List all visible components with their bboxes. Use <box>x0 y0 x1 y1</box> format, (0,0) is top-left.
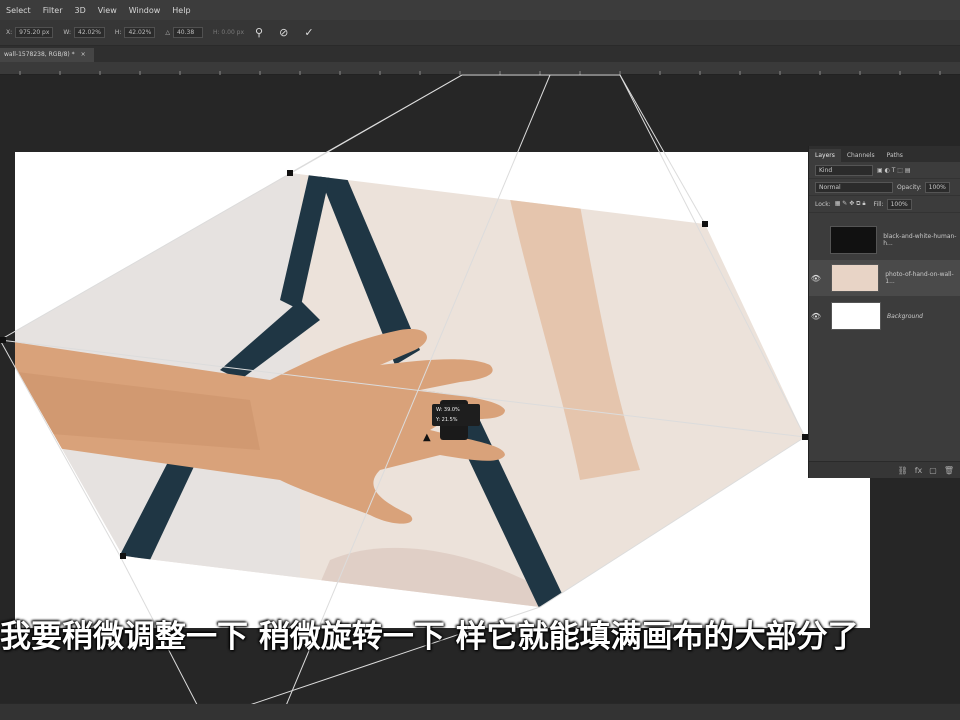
tab-layers[interactable]: Layers <box>809 149 841 162</box>
readout-line-2: Y: 21.5% <box>436 417 458 423</box>
document-canvas[interactable] <box>15 152 870 628</box>
cancel-icon[interactable]: ⊘ <box>279 26 288 39</box>
layer-filter-row: Kind ▣ ◐ T ⬚ ▤ <box>809 162 960 179</box>
layer-row[interactable]: 👁︎ Background <box>809 298 960 334</box>
angle-field[interactable]: 40.38 <box>172 27 203 38</box>
mouse-cursor-icon: ▲ <box>423 432 431 443</box>
layer-name: photo-of-hand-on-wall-1... <box>885 271 954 285</box>
puppet-warp-icon[interactable]: ⚲ <box>255 26 263 39</box>
tab-channels[interactable]: Channels <box>841 149 881 162</box>
layer-row-selected[interactable]: 👁︎ photo-of-hand-on-wall-1... <box>809 260 960 296</box>
new-layer-icon[interactable]: ▢ <box>929 466 937 475</box>
document-tab-bar: wall-1578238, RGB/8) * × <box>0 46 960 62</box>
x-position-field[interactable]: 975.20 px <box>15 27 54 38</box>
horizontal-ruler[interactable] <box>0 62 960 77</box>
layer-name: black-and-white-human-h... <box>883 233 957 247</box>
layer-row[interactable]: black-and-white-human-h... <box>809 222 960 258</box>
lock-row: Lock: ▦ ✎ ✥ ⧉ 🔒︎ Fill: 100% <box>809 196 960 213</box>
menu-help[interactable]: Help <box>172 6 190 15</box>
blend-mode-select[interactable]: Normal <box>815 181 893 193</box>
height-label: H: <box>114 29 122 36</box>
visibility-toggle-icon[interactable]: 👁︎ <box>809 274 823 283</box>
blend-row: Normal Opacity: 100% <box>809 179 960 196</box>
video-subtitle: 我要稍微调整一下 稍微旋转一下 样它就能填满画布的大部分了 <box>0 619 859 655</box>
menu-window[interactable]: Window <box>129 6 161 15</box>
readout-line-1: W: 39.0% <box>436 407 460 413</box>
visibility-toggle-icon[interactable]: 👁︎ <box>809 312 823 321</box>
filter-icons[interactable]: ▣ ◐ T ⬚ ▤ <box>877 167 911 174</box>
x-label: X: <box>6 29 13 36</box>
opacity-field[interactable]: 100% <box>924 181 950 193</box>
document-tab[interactable]: wall-1578238, RGB/8) * × <box>0 48 94 62</box>
document-tab-label: wall-1578238, RGB/8) * <box>4 51 75 58</box>
close-tab-icon[interactable]: × <box>81 51 86 58</box>
lock-icons[interactable]: ▦ ✎ ✥ ⧉ 🔒︎ <box>835 200 866 208</box>
width-label: W: <box>63 29 72 36</box>
angle-label: △ <box>165 29 170 36</box>
menu-3d[interactable]: 3D <box>75 6 86 15</box>
fill-label: Fill: <box>873 200 884 208</box>
lock-label: Lock: <box>815 200 831 208</box>
interpolation-field[interactable]: H: 0.00 px <box>213 29 244 36</box>
status-bar <box>0 704 960 720</box>
delete-layer-icon[interactable]: 🗑︎ <box>944 466 954 475</box>
menu-view[interactable]: View <box>98 6 117 15</box>
link-layers-icon[interactable]: ⛓ <box>898 466 908 475</box>
height-field[interactable]: 42.02% <box>124 27 156 38</box>
layer-thumbnail <box>831 302 881 330</box>
opacity-label: Opacity: <box>897 183 922 191</box>
layer-kind-filter[interactable]: Kind <box>815 164 873 176</box>
width-field[interactable]: 42.02% <box>74 27 105 38</box>
layer-name: Background <box>887 312 923 320</box>
transform-readout: W: 39.0% Y: 21.5% <box>432 404 480 426</box>
fill-field[interactable]: 100% <box>886 198 912 210</box>
layers-panel: Layers Channels Paths Kind ▣ ◐ T ⬚ ▤ Nor… <box>808 146 960 478</box>
panel-tabs: Layers Channels Paths <box>809 146 960 162</box>
fx-icon[interactable]: fx <box>915 466 923 475</box>
layer-thumbnail <box>830 226 878 254</box>
tab-paths[interactable]: Paths <box>881 149 909 162</box>
commit-icon[interactable]: ✓ <box>304 26 313 39</box>
transform-options-bar: X: 975.20 px W: 42.02% H: 42.02% △ 40.38… <box>0 20 960 46</box>
layers-panel-footer: ⛓ fx ▢ 🗑︎ <box>809 461 960 478</box>
layer-thumbnail <box>830 264 880 292</box>
menu-select[interactable]: Select <box>6 6 31 15</box>
menu-filter[interactable]: Filter <box>43 6 63 15</box>
menu-bar: Select Filter 3D View Window Help <box>0 0 960 20</box>
